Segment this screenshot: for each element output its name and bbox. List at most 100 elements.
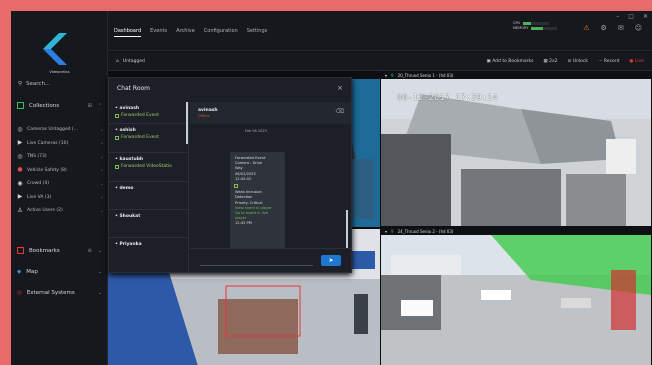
record-button[interactable]: ⋯ Record <box>598 59 620 64</box>
camera-icon: ◎ <box>17 125 23 133</box>
chevron-down-icon[interactable]: ⌄ <box>100 167 104 173</box>
meter-memory: MEMORY <box>513 26 558 31</box>
chevron-down-icon[interactable]: ⌄ <box>100 194 104 200</box>
sidebar: Videonetics ⚲ Search... Collections ⊞ ⌃ ◎… <box>11 11 108 365</box>
camera-icon: ◎ <box>17 152 23 160</box>
settings-icon[interactable]: ⚙ <box>601 24 607 32</box>
maximize-icon[interactable]: □ <box>628 13 634 20</box>
contact-name: • ashish <box>115 128 136 133</box>
collection-label: Live VA (3) <box>27 194 52 200</box>
contact-item[interactable]: • demo <box>115 186 185 191</box>
camera-feed <box>381 235 651 365</box>
tile-header: ▾ 9 24_Thruxd Senio 2 - (hd 03) <box>381 227 651 235</box>
message-input-bar: ➤ <box>190 248 351 272</box>
crowd-icon: ◉ <box>17 179 23 187</box>
collection-item[interactable]: ▶ Live Cameras (10) ⌄ <box>17 137 104 151</box>
collection-label: Vehicle Safety (8) <box>27 167 67 173</box>
close-icon[interactable]: ✕ <box>643 13 648 20</box>
bookmarks-header[interactable]: Bookmarks ⊕ ⌄ <box>17 247 102 254</box>
chat-icon[interactable]: ✉ <box>618 24 624 32</box>
contact-item[interactable]: • kaustubh Forwarded VideoStatio <box>115 157 185 169</box>
event-icon <box>115 113 119 118</box>
camera-tile[interactable]: ▾ 9 20_Thruxd Senio 1 - (hd 03) 00-12-20… <box>381 71 651 226</box>
collection-label: Crowd (4) <box>27 181 49 187</box>
pin-icon: ▾ <box>385 72 388 78</box>
warning-icon[interactable]: ⚠ <box>583 24 589 32</box>
send-button[interactable]: ➤ <box>321 255 341 266</box>
untagged-filter[interactable]: ⌂ Untagged <box>116 59 145 64</box>
divider <box>109 123 189 124</box>
chevron-down-icon[interactable]: ⌄ <box>100 127 104 133</box>
contact-item[interactable]: • Shoukat <box>115 214 185 219</box>
chevron-down-icon[interactable]: ⌄ <box>100 154 104 160</box>
contacts-scrollbar[interactable] <box>186 102 188 144</box>
chevron-down-icon[interactable]: ⌄ <box>98 248 102 254</box>
tab-dashboard[interactable]: Dashboard <box>114 28 142 37</box>
external-systems-header[interactable]: ◎ External Systems ⌄ <box>17 290 102 296</box>
minimize-icon[interactable]: – <box>616 13 619 20</box>
search-icon: ⚲ <box>18 81 23 87</box>
collection-item[interactable]: ▶ Live VA (3) ⌄ <box>17 191 104 205</box>
top-icons: ⚠ ⚙ ✉ ☺ <box>583 24 642 32</box>
tab-events[interactable]: Events <box>150 28 167 37</box>
collection-list: ◎ Cameras Untagged (... ⌄ ▶ Live Cameras (10… <box>17 123 104 218</box>
pin-icon: ▾ <box>385 228 388 234</box>
contact-name: • Priyanka <box>115 242 142 247</box>
tab-configuration[interactable]: Configuration <box>204 28 238 37</box>
resource-meters: CPU MEMORY <box>513 21 558 31</box>
contact-last-message: Forwarded Event <box>115 135 185 140</box>
contact-item[interactable]: • ashish Forwarded Event <box>115 128 185 140</box>
event-icon <box>115 164 119 169</box>
send-icon: ➤ <box>328 257 334 264</box>
contact-name: • demo <box>115 186 134 191</box>
contact-last-message: Forwarded Event <box>115 113 185 118</box>
collection-item[interactable]: ◎ TNS (73) ⌄ <box>17 150 104 164</box>
chevron-down-icon[interactable]: ⌄ <box>98 269 102 275</box>
message-input[interactable] <box>200 265 313 266</box>
video-icon: ▶ <box>17 193 23 201</box>
event-icon <box>234 184 238 189</box>
add-icon[interactable]: ⊕ <box>88 248 92 254</box>
timestamp-overlay: 00-12-2017 17:39:14 <box>397 93 499 102</box>
chevron-down-icon[interactable]: ⌄ <box>100 208 104 214</box>
unlock-button[interactable]: ⊘ Unlock <box>568 59 588 64</box>
search-input[interactable]: ⚲ Search... <box>18 81 50 87</box>
collection-label: TNS (73) <box>27 154 47 160</box>
close-icon[interactable]: × <box>337 84 343 92</box>
chevron-down-icon[interactable]: ⌄ <box>100 181 104 187</box>
alert-icon: ● <box>17 166 23 174</box>
tab-settings[interactable]: Settings <box>247 28 268 37</box>
window-controls: – □ ✕ <box>616 13 648 20</box>
collection-item[interactable]: ♙ Active Users (2) ⌄ <box>17 204 104 218</box>
tab-bar: Dashboard Events Archive Configuration Setti… <box>114 28 267 37</box>
divider <box>109 209 189 210</box>
contact-name: • avinash <box>115 106 140 111</box>
collection-item[interactable]: ◉ Crowd (4) ⌄ <box>17 177 104 191</box>
maps-header[interactable]: ◆ Map ⌄ <box>17 269 102 275</box>
meter-bar <box>523 21 550 25</box>
user-icon: ♙ <box>17 206 23 214</box>
contact-item[interactable]: • Priyanka <box>115 242 185 247</box>
collection-item[interactable]: ◎ Cameras Untagged (... ⌄ <box>17 123 104 137</box>
collection-label: Cameras Untagged (... <box>27 127 78 133</box>
user-icon[interactable]: ☺ <box>635 24 642 32</box>
top-bar: Dashboard Events Archive Configuration Setti… <box>108 11 652 51</box>
live-button[interactable]: ● Live <box>629 59 644 64</box>
add-bookmark-button[interactable]: ▣ Add to Bookmarks <box>487 59 534 64</box>
grid-icon[interactable]: ⊞ <box>88 103 92 109</box>
layout-button[interactable]: ▦ 2x2 <box>543 59 557 64</box>
chevron-up-icon[interactable]: ⌃ <box>98 103 102 109</box>
logo <box>43 33 67 65</box>
chevron-down-icon[interactable]: ⌄ <box>100 140 104 146</box>
camera-tile[interactable]: ▾ 9 24_Thruxd Senio 2 - (hd 03) <box>381 227 651 365</box>
message-header: avinash Offline ⌫ <box>190 102 351 124</box>
chevron-down-icon[interactable]: ⌄ <box>98 290 102 296</box>
tab-archive[interactable]: Archive <box>176 28 195 37</box>
delete-icon[interactable]: ⌫ <box>336 108 344 115</box>
toolbar: ⌂ Untagged ▣ Add to Bookmarks ▦ 2x2 ⊘ Un… <box>108 52 652 71</box>
chat-room-panel: Chat Room × • avinash Forwarded Event • as… <box>108 77 352 273</box>
contact-name: • Shoukat <box>115 214 141 219</box>
contact-item[interactable]: • avinash Forwarded Event <box>115 106 185 118</box>
collection-item[interactable]: ● Vehicle Safety (8) ⌄ <box>17 164 104 178</box>
collections-header[interactable]: Collections ⊞ ⌃ <box>17 102 102 109</box>
